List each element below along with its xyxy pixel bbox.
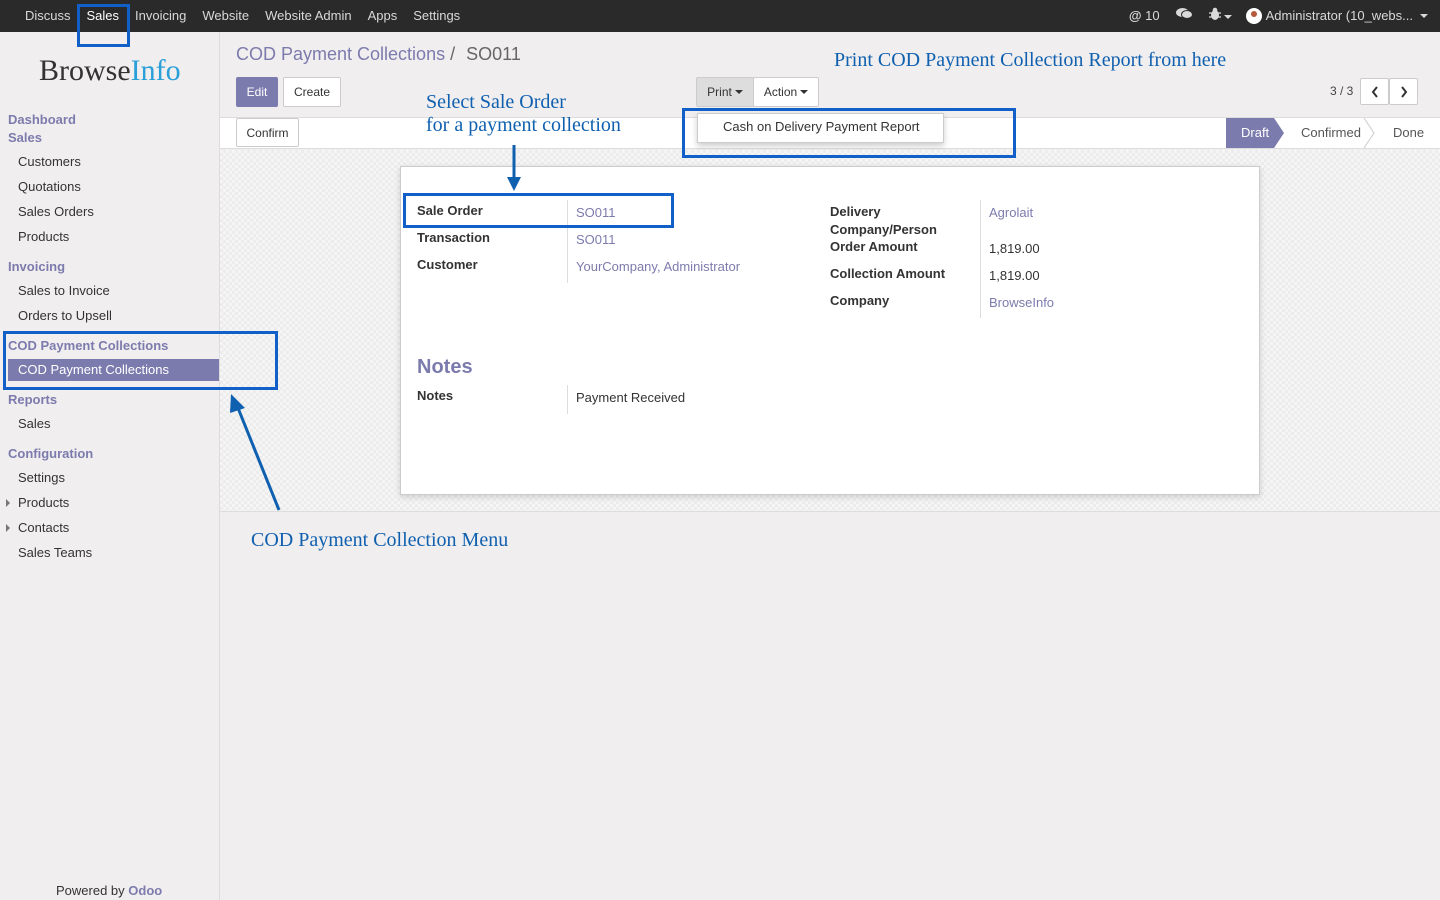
menu-discuss[interactable]: Discuss [0,0,79,32]
logo-text-browse: Browse [39,54,131,87]
pager-previous-button[interactable] [1360,78,1389,105]
sidebar-item-sales-orders[interactable]: Sales Orders [18,204,94,219]
sidebar-item-contacts[interactable]: Contacts [18,520,69,535]
chevron-down-icon [1420,14,1428,18]
menu-settings[interactable]: Settings [405,0,468,32]
annotation-print-report: Print COD Payment Collection Report from… [834,49,1227,71]
highlight-sale-order-field [403,193,674,228]
create-button[interactable]: Create [283,77,341,107]
breadcrumb-separator: / [450,44,456,64]
field-value-notes: Payment Received [576,390,686,405]
sidebar-head-invoicing[interactable]: Invoicing [8,259,65,274]
caret-right-icon[interactable] [6,499,10,507]
field-label-notes: Notes [417,388,454,403]
pager-value: 3 / 3 [1330,84,1354,98]
sidebar-head-configuration[interactable]: Configuration [8,446,93,461]
stage-confirmed[interactable]: Confirmed [1301,118,1361,148]
sidebar-head-dashboard[interactable]: Dashboard [8,112,76,127]
user-menu[interactable]: Administrator (10_webs... [1245,0,1428,32]
annotation-cod-menu: COD Payment Collection Menu [251,529,509,551]
systray: @ 10 Administrator (10_webs... [1129,0,1440,32]
sidebar-item-config-products[interactable]: Products [18,495,69,510]
confirm-button[interactable]: Confirm [236,118,299,147]
annotation-arrow-up [230,394,281,511]
powered-by-label: Powered by [56,883,125,898]
field-label-transaction: Transaction [417,230,490,245]
sidebar-item-orders-to-upsell[interactable]: Orders to Upsell [18,308,112,323]
company-logo[interactable]: BrowseInfo [39,54,181,88]
annotation-arrow-down [507,145,521,191]
chevron-right-icon [1400,85,1407,98]
mentions[interactable]: @ 10 [1129,0,1160,32]
logo-text-info: Info [130,54,181,87]
sidebar-head-reports[interactable]: Reports [8,392,57,407]
sidebar: BrowseInfo Dashboard Sales Customers Quo… [0,32,220,900]
field-value-company[interactable]: BrowseInfo [989,295,1054,310]
field-value-transaction[interactable]: SO011 [576,232,616,247]
chevron-down-icon [734,90,743,94]
mentions-count: 10 [1145,8,1160,23]
chevron-left-icon [1371,85,1378,98]
menu-apps[interactable]: Apps [360,0,406,32]
field-label-customer: Customer [417,257,478,272]
field-label-delivery-company: Delivery Company/Person [830,204,937,237]
field-value-customer[interactable]: YourCompany, Administrator [576,259,740,274]
field-separator [567,385,568,414]
menu-website[interactable]: Website [194,0,257,32]
field-separator [980,200,981,318]
highlight-sales-menu [77,4,130,47]
notes-section-title: Notes [417,356,473,378]
field-value-delivery-company[interactable]: Agrolait [989,205,1033,220]
chevron-down-icon [1223,14,1232,19]
user-name: Administrator (10_webs... [1265,8,1413,23]
print-button[interactable]: Print [696,77,754,107]
sidebar-item-quotations[interactable]: Quotations [18,179,81,194]
action-button[interactable]: Action [753,77,819,107]
menu-website-admin[interactable]: Website Admin [257,0,359,32]
odoo-link[interactable]: Odoo [128,883,162,898]
sidebar-item-customers[interactable]: Customers [18,154,81,169]
at-icon: @ [1128,8,1142,23]
sidebar-item-reports-sales[interactable]: Sales [18,416,51,431]
breadcrumb-current: SO011 [466,44,521,64]
avatar [1245,8,1262,24]
highlight-print-menu [682,108,1016,158]
menu-invoicing[interactable]: Invoicing [127,0,194,32]
edit-button[interactable]: Edit [236,77,278,107]
sidebar-item-sales-to-invoice[interactable]: Sales to Invoice [18,283,110,298]
chevron-down-icon [800,90,809,94]
breadcrumb: COD Payment Collections / SO011 [236,44,521,65]
annotation-select-sale-order-line2: for a payment collection [426,114,621,136]
bug-icon[interactable] [1208,0,1232,32]
caret-right-icon[interactable] [6,524,10,532]
sidebar-head-sales[interactable]: Sales [8,130,42,145]
annotation-select-sale-order-line1: Select Sale Order [426,91,566,113]
powered-by: Powered by Odoo [56,883,162,898]
field-value-order-amount: 1,819.00 [989,241,1040,256]
sidebar-item-products[interactable]: Products [18,229,69,244]
action-label: Action [763,85,798,99]
top-navbar: Discuss Sales Invoicing Website Website … [0,0,1440,32]
app-menu: Discuss Sales Invoicing Website Website … [0,0,468,32]
print-label: Print [707,85,732,99]
sidebar-item-sales-teams[interactable]: Sales Teams [18,545,92,560]
pager-next-button[interactable] [1389,78,1418,105]
stage-done[interactable]: Done [1393,118,1424,148]
field-value-collection-amount: 1,819.00 [989,268,1040,283]
field-label-company: Company [830,293,890,308]
field-label-collection-amount: Collection Amount [830,266,946,281]
chat-icon[interactable] [1175,0,1193,32]
stage-draft[interactable]: Draft [1241,118,1269,148]
breadcrumb-parent[interactable]: COD Payment Collections [236,44,445,64]
field-label-order-amount: Order Amount [830,239,918,254]
highlight-cod-menu [3,331,278,390]
sidebar-item-settings[interactable]: Settings [18,470,65,485]
